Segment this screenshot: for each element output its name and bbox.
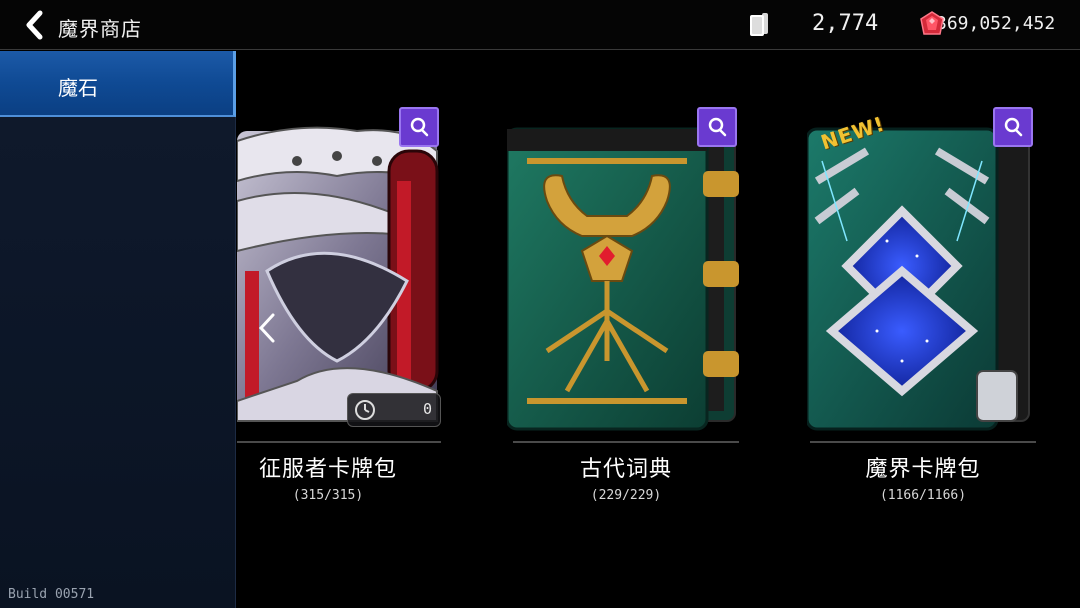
top-bar: 魔界商店 2,774 369,052,452: [0, 0, 1080, 50]
pack-ancient-dictionary[interactable]: 古代词典 (229/229): [507, 51, 747, 571]
magnifier-icon: [708, 117, 727, 137]
pack-count: (1166/1166): [879, 488, 967, 503]
red-gem-icon: [920, 11, 944, 35]
back-arrow-icon: [26, 10, 43, 40]
timer-value: 0: [422, 400, 432, 418]
pack-count: (315/315): [292, 488, 364, 503]
sidebar: 魔石 Build 00571: [0, 51, 236, 608]
clock-icon: [355, 400, 375, 420]
magnifier-icon: [410, 117, 429, 137]
timer-badge: 0: [347, 393, 441, 427]
zoom-button[interactable]: [399, 107, 439, 147]
pack-divider: [237, 441, 441, 443]
chevron-left-icon[interactable]: [255, 311, 279, 345]
sidebar-item-label: 魔石: [58, 76, 98, 100]
build-label: Build 00571: [8, 587, 95, 602]
ancient-dictionary-pack-art: [507, 127, 739, 431]
zoom-button[interactable]: [697, 107, 737, 147]
shop-main: 0 征服者卡牌包 (315/315) 古代词典 (229/229) 魔界卡牌包 …: [237, 51, 1080, 608]
pack-name: 古代词典: [579, 457, 672, 482]
zoom-button[interactable]: [993, 107, 1033, 147]
sidebar-item-magic-stone[interactable]: 魔石: [0, 51, 236, 117]
pack-name: 征服者卡牌包: [258, 457, 397, 482]
back-button[interactable]: [18, 8, 52, 42]
demon-world-pack-art: [807, 127, 1030, 431]
card-icon: [750, 13, 768, 36]
pack-count: (229/229): [590, 488, 662, 503]
pack-divider: [810, 441, 1036, 443]
magnifier-icon: [1004, 117, 1023, 137]
pack-divider: [513, 441, 739, 443]
cards-count: 2,774: [812, 11, 879, 36]
pack-name: 魔界卡牌包: [865, 457, 981, 482]
gem-count: 369,052,452: [936, 13, 1056, 34]
pack-conqueror[interactable]: 0 征服者卡牌包 (315/315): [237, 51, 477, 571]
page-title: 魔界商店: [58, 17, 142, 41]
